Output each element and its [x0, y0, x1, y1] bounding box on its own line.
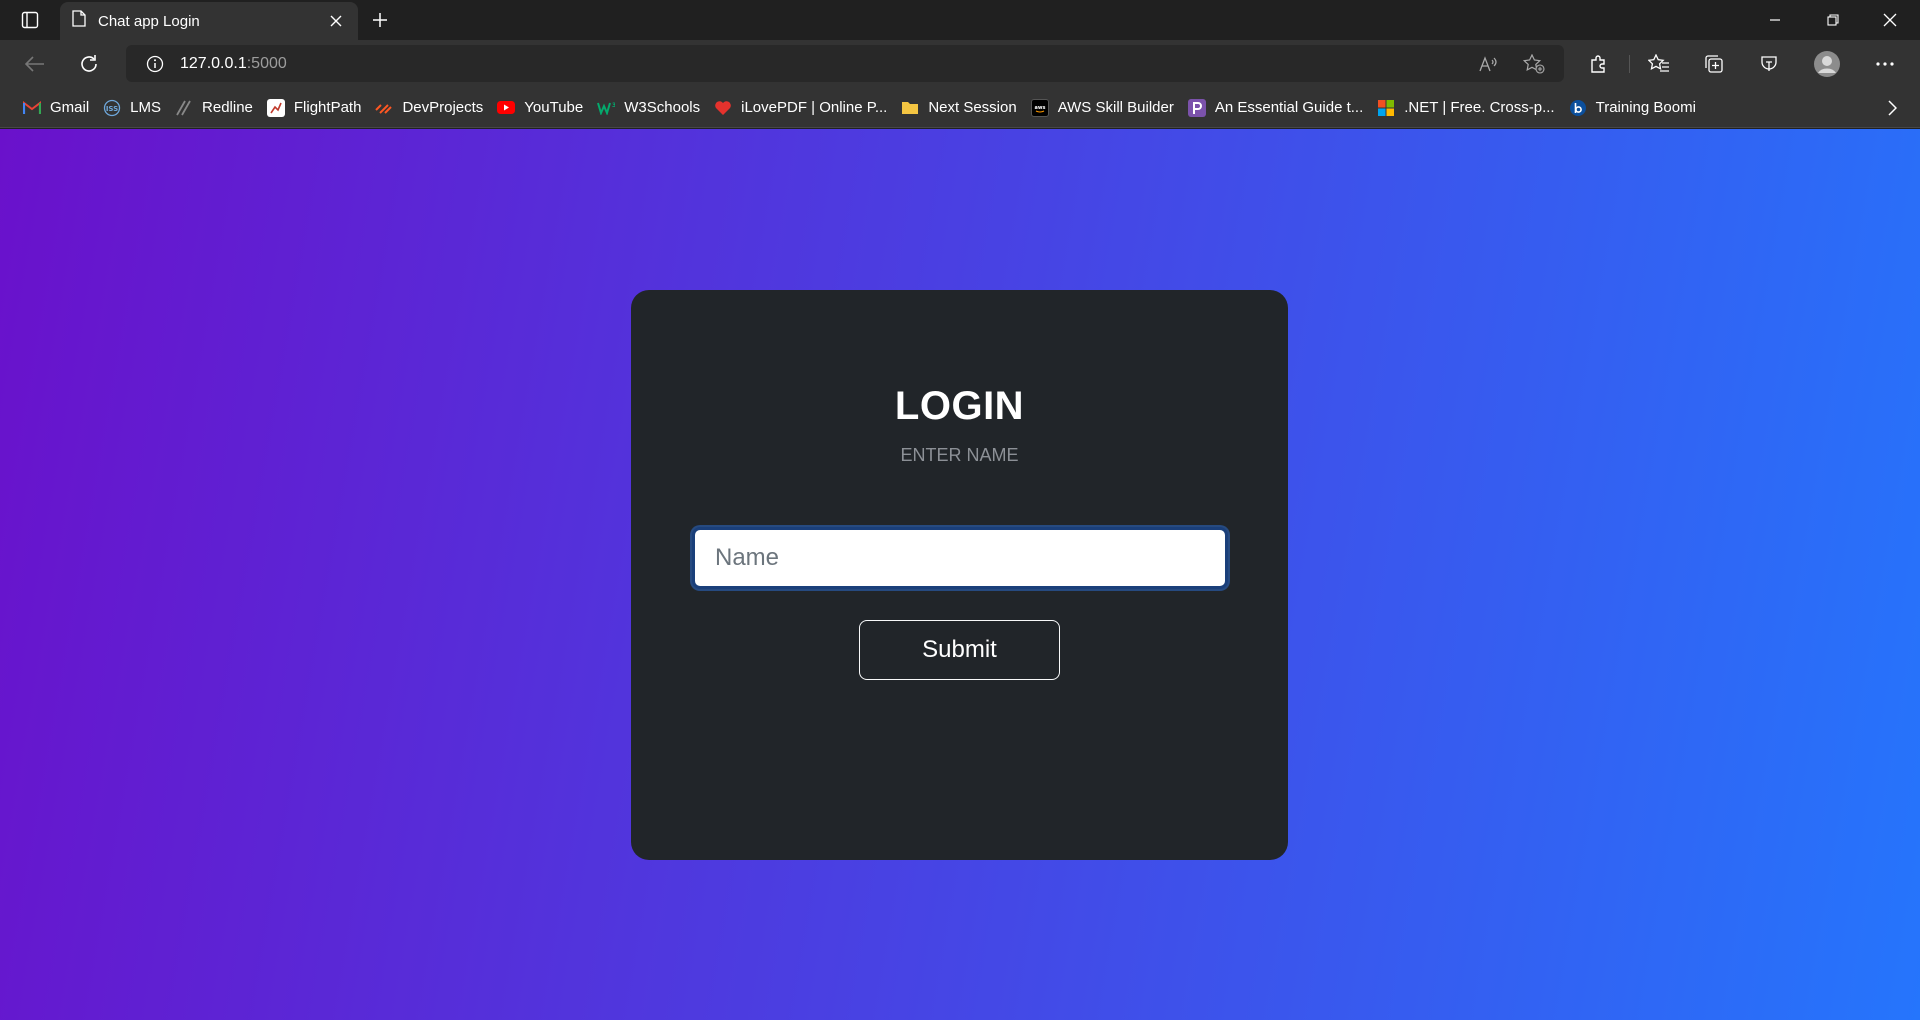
bookmark-label: .NET | Free. Cross-p... — [1404, 99, 1555, 116]
tab-actions-icon[interactable] — [14, 8, 46, 32]
boomi-icon — [1569, 99, 1587, 117]
svg-text:aws: aws — [1034, 105, 1045, 111]
bookmark-label: Next Session — [928, 99, 1017, 116]
browser-toolbar: 127.0.0.1:5000 — [0, 40, 1920, 88]
lms-icon: ISS — [103, 99, 121, 117]
microsoft-icon — [1377, 99, 1395, 117]
url-text: 127.0.0.1:5000 — [180, 55, 287, 73]
new-tab-icon[interactable] — [367, 8, 393, 32]
bookmark-label: Gmail — [50, 99, 90, 116]
profile-avatar[interactable] — [1810, 48, 1844, 80]
restore-icon[interactable] — [1805, 0, 1861, 40]
bookmark-label: iLovePDF | Online P... — [741, 99, 888, 116]
bookmark-label: AWS Skill Builder — [1057, 99, 1174, 116]
folder-icon — [901, 99, 919, 117]
svg-text:ISS: ISS — [106, 105, 118, 113]
ilovepdf-icon — [714, 99, 732, 117]
browser-essentials-icon[interactable] — [1752, 48, 1786, 80]
youtube-icon — [497, 99, 516, 117]
minimize-icon[interactable] — [1747, 0, 1803, 40]
login-subtitle: ENTER NAME — [900, 445, 1019, 465]
url-port: :5000 — [246, 54, 287, 72]
p-icon — [1187, 98, 1206, 117]
bookmark-youtube[interactable]: YouTube — [490, 94, 590, 122]
bookmark-redline[interactable]: Redline — [168, 94, 260, 122]
bookmark-label: W3Schools — [624, 99, 701, 116]
bookmark-aws[interactable]: aws AWS Skill Builder — [1024, 94, 1181, 122]
gmail-icon — [23, 99, 41, 117]
bookmark-flightpath[interactable]: FlightPath — [260, 94, 369, 122]
bookmarks-bar: Gmail ISS LMS Redline FlightPath DevProj… — [0, 88, 1920, 128]
submit-button[interactable]: Submit — [859, 620, 1060, 680]
chevron-right-icon[interactable] — [1880, 96, 1904, 120]
page-background: LOGIN ENTER NAME Submit — [0, 129, 1920, 1020]
reload-icon[interactable] — [72, 48, 106, 80]
login-title: LOGIN — [894, 384, 1025, 428]
w3schools-icon: 3 — [597, 99, 615, 117]
aws-icon: aws — [1030, 98, 1049, 117]
bookmark-label: LMS — [130, 99, 162, 116]
close-tab-icon[interactable] — [326, 11, 346, 31]
bookmark-gmail[interactable]: Gmail — [16, 94, 96, 122]
bookmark-label: DevProjects — [402, 99, 484, 116]
bookmark-label: Redline — [202, 99, 253, 116]
site-info-icon[interactable] — [142, 51, 168, 77]
name-input[interactable] — [692, 527, 1228, 589]
devprojects-icon — [375, 99, 393, 117]
add-favorite-icon[interactable] — [1521, 51, 1547, 77]
bookmark-training-boomi[interactable]: Training Boomi — [1562, 94, 1703, 122]
more-menu-icon[interactable] — [1868, 48, 1902, 80]
bookmark-dotnet[interactable]: .NET | Free. Cross-p... — [1370, 94, 1561, 122]
bookmark-label: FlightPath — [293, 99, 362, 116]
read-aloud-icon[interactable] — [1476, 51, 1502, 77]
close-window-icon[interactable] — [1862, 0, 1918, 40]
bookmark-label: Training Boomi — [1595, 99, 1696, 116]
favorites-icon[interactable] — [1642, 48, 1676, 80]
bookmark-essential-guide[interactable]: An Essential Guide t... — [1181, 94, 1370, 122]
flightpath-icon — [266, 98, 285, 117]
bookmark-label: An Essential Guide t... — [1214, 99, 1364, 116]
bookmark-ilovepdf[interactable]: iLovePDF | Online P... — [707, 94, 894, 122]
bookmark-lms[interactable]: ISS LMS — [96, 94, 168, 122]
back-icon[interactable] — [18, 48, 52, 80]
tab-strip: Chat app Login — [0, 0, 1920, 40]
page-icon — [72, 10, 86, 32]
login-card: LOGIN ENTER NAME Submit — [631, 290, 1288, 860]
toolbar-divider — [1629, 55, 1630, 73]
tab-title: Chat app Login — [98, 12, 200, 30]
bookmark-w3schools[interactable]: 3 W3Schools — [590, 94, 707, 122]
bookmark-devprojects[interactable]: DevProjects — [368, 94, 490, 122]
browser-tab[interactable]: Chat app Login — [60, 2, 358, 40]
bookmark-next-session[interactable]: Next Session — [894, 94, 1023, 122]
bookmark-label: YouTube — [524, 99, 584, 116]
url-host: 127.0.0.1 — [180, 54, 247, 72]
collections-icon[interactable] — [1697, 48, 1731, 80]
svg-text:3: 3 — [612, 102, 615, 109]
address-bar[interactable]: 127.0.0.1:5000 — [126, 45, 1564, 82]
extensions-icon[interactable] — [1582, 48, 1616, 80]
redline-icon — [175, 99, 193, 117]
